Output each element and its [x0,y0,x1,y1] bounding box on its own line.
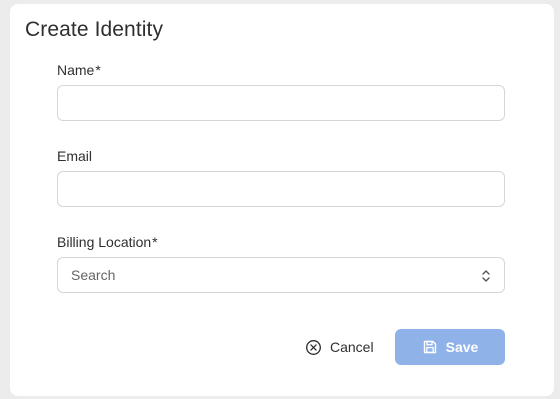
name-label-text: Name [57,62,95,78]
cancel-label: Cancel [330,339,374,355]
email-label-text: Email [57,148,93,164]
circle-x-icon [306,339,321,355]
name-label: Name* [57,62,101,78]
chevron-up-down-icon [482,270,490,282]
name-required-marker: * [95,62,101,78]
name-input[interactable] [57,85,505,121]
cancel-button[interactable]: Cancel [305,329,374,365]
email-label: Email [57,148,92,164]
save-label: Save [445,339,479,355]
billing-location-required-marker: * [152,234,158,250]
billing-location-label-text: Billing Location [57,234,152,250]
dialog-title: Create Identity [25,18,164,41]
billing-location-select[interactable]: Search [57,257,505,293]
create-identity-dialog: Create Identity Name* Email Billing Loca… [10,4,554,396]
billing-location-placeholder: Search [71,267,116,283]
save-button[interactable]: Save [395,329,505,365]
email-input[interactable] [57,171,505,207]
billing-location-label: Billing Location* [57,234,158,250]
floppy-disk-icon [423,340,436,354]
